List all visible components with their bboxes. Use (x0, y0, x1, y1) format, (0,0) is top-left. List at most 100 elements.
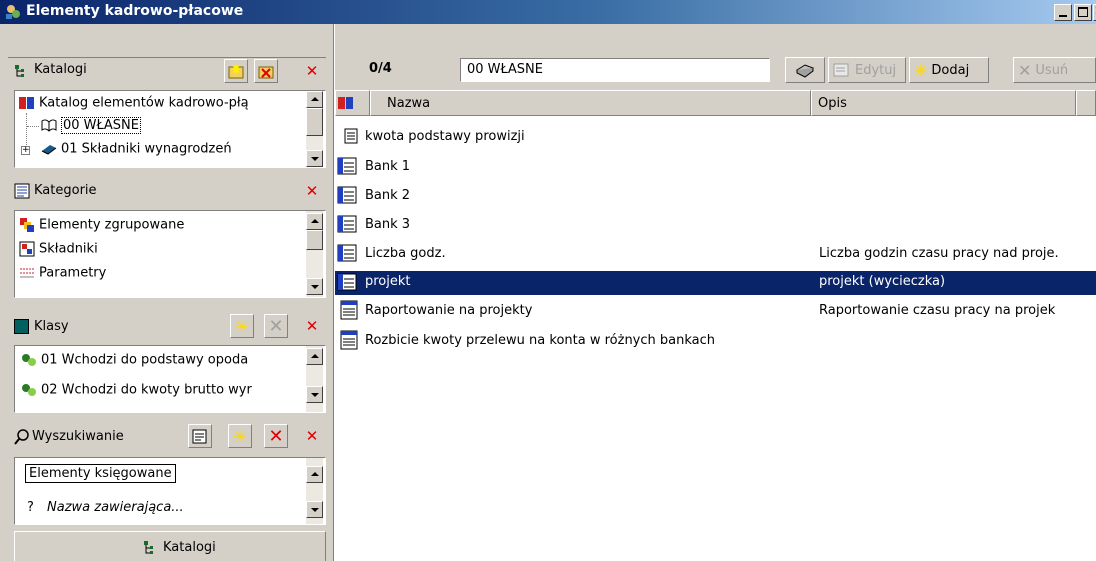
delete-class-button[interactable]: ✕ (264, 314, 288, 338)
table-row[interactable]: Liczba godz. Liczba godzin czasu pracy n… (335, 243, 1096, 265)
add-button[interactable]: ✳ Dodaj (909, 57, 989, 83)
table-row-selected[interactable]: projekt projekt (wycieczka) (335, 271, 1096, 295)
catalog-tree[interactable]: Katalog elementów kadrowo-płą 00 WŁASNE … (14, 90, 326, 168)
scroll-down-button[interactable] (306, 150, 323, 167)
list-item-class-01[interactable]: 01 Wchodzi do podstawy opoda (21, 352, 248, 368)
column-header-opis[interactable]: Opis (811, 90, 1076, 116)
row-name: Bank 2 (365, 188, 411, 203)
grid-doc-icon (337, 186, 357, 204)
delete-icon: ✕ (268, 315, 284, 337)
row-name: Bank 3 (365, 217, 411, 232)
search-item-nazwa[interactable]: Nazwa zawierająca... (47, 500, 184, 515)
row-name: Liczba godz. (365, 246, 446, 261)
scroll-up-button[interactable] (306, 91, 323, 108)
search-list[interactable]: Elementy księgowane ? Nazwa zawierająca.… (14, 457, 326, 525)
delete-search-button[interactable]: ✕ (264, 424, 288, 448)
delete-label: Usuń (1035, 62, 1069, 78)
table-row[interactable]: Bank 3 (335, 214, 1096, 236)
list-label: 01 Wchodzi do podstawy opoda (41, 352, 249, 368)
column-header-icon[interactable] (335, 90, 370, 116)
element-grid[interactable]: kwota podstawy prowizji Bank 1 Bank 2 Ba… (335, 116, 1096, 561)
table-row[interactable]: Bank 1 (335, 156, 1096, 178)
scroll-up-button[interactable] (306, 348, 323, 365)
row-name: Bank 1 (365, 159, 411, 174)
close-katalogi-button[interactable]: ✕ (300, 59, 324, 83)
bottom-tab-katalogi[interactable]: Katalogi (14, 531, 326, 561)
close-kategorie-button[interactable]: ✕ (300, 179, 324, 203)
minimize-button[interactable] (1054, 4, 1072, 21)
printer-icon (795, 64, 815, 78)
print-button[interactable] (785, 57, 825, 83)
document-icon (344, 128, 358, 144)
tree-expander[interactable]: + (21, 146, 30, 155)
add-label: Dodaj (931, 62, 970, 78)
scroll-up-button[interactable] (306, 213, 323, 230)
new-folder-icon (228, 63, 244, 79)
new-class-button[interactable]: ✳ (230, 314, 254, 338)
tree-item-00-wlasne[interactable]: 00 WŁASNE (41, 116, 141, 134)
search-properties-button[interactable] (188, 424, 212, 448)
tree-item-root[interactable]: Katalog elementów kadrowo-płą (19, 95, 249, 111)
klasy-scrollbar[interactable] (306, 346, 323, 412)
column-header-nazwa[interactable]: Nazwa (370, 90, 811, 116)
edit-button[interactable]: Edytuj (828, 57, 906, 83)
tree-item-01[interactable]: 01 Składniki wynagrodzeń (41, 141, 232, 157)
tree-label: 00 WŁASNE (61, 116, 141, 134)
maximize-button[interactable] (1074, 4, 1092, 21)
klasy-list[interactable]: 01 Wchodzi do podstawy opoda 02 Wchodzi … (14, 345, 326, 413)
tree-icon (144, 541, 153, 554)
column-header-filler (1076, 90, 1096, 116)
grid-doc-icon (337, 244, 357, 262)
catalog-scrollbar[interactable] (306, 91, 323, 167)
list-item-parametry[interactable]: Parametry (19, 265, 106, 281)
catalog-field[interactable]: 00 WŁASNE (460, 58, 770, 82)
scroll-thumb[interactable] (306, 108, 323, 136)
edit-label: Edytuj (855, 62, 897, 78)
window-title: Elementy kadrowo-płacowe (26, 3, 244, 19)
table-row[interactable]: Rozbicie kwoty przelewu na konta w różny… (335, 330, 1096, 352)
row-name: Rozbicie kwoty przelewu na konta w różny… (365, 333, 716, 348)
klasy-title: Klasy (34, 319, 69, 334)
list-item-class-02[interactable]: 02 Wchodzi do kwoty brutto wyr (21, 382, 252, 398)
new-search-button[interactable]: ✳ (228, 424, 252, 448)
list-item-elementy-zgrupowane[interactable]: Elementy zgrupowane (19, 217, 184, 233)
table-row[interactable]: Raportowanie na projekty Raportowanie cz… (335, 300, 1096, 322)
document-icon (340, 300, 358, 320)
kategorie-scrollbar[interactable] (306, 211, 323, 297)
row-desc: Raportowanie czasu pracy na projek (819, 303, 1056, 318)
grid-doc-icon (337, 273, 357, 291)
star-icon: ✳ (914, 60, 928, 80)
title-bar[interactable]: Elementy kadrowo-płacowe ✕ (0, 0, 1096, 24)
scroll-down-button[interactable] (306, 501, 323, 518)
new-catalog-button[interactable] (224, 59, 248, 83)
catalog-icon (19, 97, 34, 109)
catalog-field-value: 00 WŁASNE (467, 62, 543, 77)
row-name: projekt (365, 274, 411, 289)
close-klasy-button[interactable]: ✕ (300, 314, 324, 338)
class-dot-icon (22, 354, 36, 366)
table-row[interactable]: kwota podstawy prowizji (335, 126, 1096, 148)
delete-button[interactable]: ✕ Usuń (1013, 57, 1096, 83)
scroll-up-button[interactable] (306, 466, 323, 483)
search-item-elementy-ksiegowane[interactable]: Elementy księgowane (25, 464, 176, 483)
class-icon (14, 319, 29, 334)
scroll-down-button[interactable] (306, 386, 323, 403)
scroll-down-button[interactable] (306, 278, 323, 295)
kategorie-list[interactable]: Elementy zgrupowane Składniki Parametry (14, 210, 326, 298)
scroll-thumb[interactable] (306, 230, 323, 250)
grid-doc-icon (337, 215, 357, 233)
app-icon (6, 5, 20, 19)
close-icon: ✕ (305, 317, 319, 335)
properties-icon (192, 429, 207, 444)
search-scrollbar[interactable] (306, 458, 323, 524)
delete-catalog-button[interactable] (254, 59, 278, 83)
table-row[interactable]: Bank 2 (335, 185, 1096, 207)
list-item-skladniki[interactable]: Składniki (19, 241, 98, 257)
bottom-tab-label: Katalogi (163, 540, 216, 555)
star-icon: ✳ (235, 316, 249, 336)
document-icon (340, 330, 358, 350)
edit-icon (833, 63, 849, 77)
row-name: Raportowanie na projekty (365, 303, 533, 318)
close-wyszukiwanie-button[interactable]: ✕ (300, 424, 324, 448)
class-dot-icon (22, 384, 36, 396)
